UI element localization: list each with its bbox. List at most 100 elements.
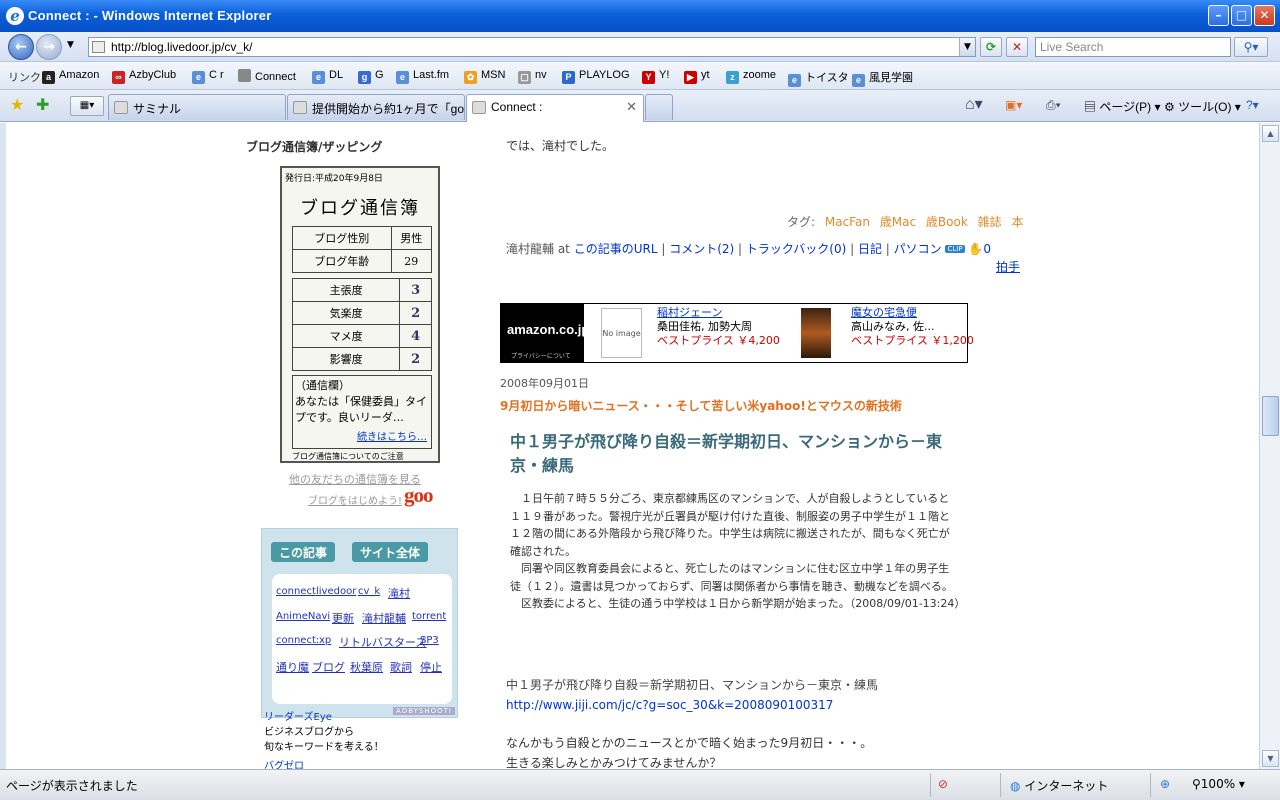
search-button[interactable]: ⚲▾ [1234,37,1268,57]
tag-link[interactable]: 通り魔 [276,659,309,675]
tag-link[interactable]: 滝村 [388,585,410,601]
zoom-control[interactable]: ⚲100% ▾ [1192,777,1245,791]
item-price: ベストプライス ￥1,200 [851,334,974,347]
tag-link[interactable]: 停止 [420,659,442,675]
tag-link[interactable]: SP3 [420,635,439,646]
close-button[interactable]: ✕ [1254,5,1275,26]
tag-link[interactable]: リトルバスターズ [339,634,426,650]
book-cover-image[interactable] [801,308,831,358]
popup-blocker-icon[interactable]: ⊘ [938,777,948,791]
feeds-icon[interactable]: ▣▾ [1005,98,1022,112]
tools-menu[interactable]: ⚙ ツール(O) ▾ [1164,98,1241,115]
link-toysta[interactable]: e トイスタ [788,69,849,87]
tag-link[interactable]: 歌詞 [390,659,412,675]
link-zoome[interactable]: z zoome [726,69,776,84]
home-icon[interactable]: ⌂▾ [965,94,983,114]
amazon-logo[interactable]: amazon.co.jp プライバシーについて [501,304,589,362]
goo-logo[interactable]: goo [404,483,433,508]
tag-link[interactable]: 歳Book [926,215,968,229]
tab-connect[interactable]: Connect : ✕ [466,94,644,122]
search-input[interactable]: Live Search [1035,37,1231,57]
amazon-widget: amazon.co.jp プライバシーについて No image 稲村ジェーン … [500,303,974,363]
link-connect[interactable]: Connect [238,69,296,83]
link-msn[interactable]: ✿ MSN [464,69,505,84]
new-tab-button[interactable] [645,94,673,120]
item-title-link[interactable]: 魔女の宅急便 [851,306,974,320]
url-input[interactable]: http://blog.livedoor.jp/cv_k/ ▼ [88,37,976,57]
clip-icon[interactable]: CLIP [945,245,965,253]
tag-link[interactable]: AnimeNavi [276,611,330,622]
tab-saminaru[interactable]: サミナル [108,94,286,120]
tag-link[interactable]: ブログ [312,659,345,675]
trackback-link[interactable]: トラックバック(0) [746,242,846,256]
post-title[interactable]: 9月初日から暗いニュース・・・そして苦しい米yahoo!とマウスの新技術 [500,397,902,414]
tab-close-icon[interactable]: ✕ [626,99,637,115]
comments-link[interactable]: コメント(2) [669,242,734,256]
tab-goo-news[interactable]: 提供開始から約1ヶ月で「goo... [287,94,465,120]
source-url-link[interactable]: http://www.jiji.com/jc/c?g=soc_30&k=2008… [506,698,833,712]
vertical-scrollbar[interactable]: ▲ ▼ [1259,123,1280,769]
help-icon[interactable]: ?▾ [1246,98,1259,112]
protected-mode-icon[interactable]: ⊕ [1160,777,1170,791]
link-g[interactable]: gG [358,69,384,84]
tag-link[interactable]: xp [319,635,331,646]
internet-zone[interactable]: ◍ インターネット [1010,777,1108,794]
tag-link[interactable]: 滝村龍輔 [362,610,406,626]
scroll-down-icon[interactable]: ▼ [1262,750,1279,767]
back-button[interactable]: ← [8,34,34,60]
scroll-thumb[interactable] [1262,396,1279,436]
window-title: Connect : - Windows Internet Explorer [28,8,272,23]
link-lastfm[interactable]: e Last.fm [396,69,449,84]
print-icon[interactable]: ⎙▾ [1046,98,1061,113]
minimize-button[interactable]: – [1208,5,1229,26]
other-friends-link[interactable]: 他の友だちの通信簿を見る [289,471,421,487]
category-diary-link[interactable]: 日記 [858,242,882,256]
start-blog-link[interactable]: ブログをはじめよう! [308,492,402,507]
link-cr[interactable]: eC r [192,69,224,84]
tag-link[interactable]: connect: [276,635,319,646]
tag-link[interactable]: MacFan [825,215,870,229]
maximize-button[interactable]: □ [1231,5,1252,26]
scroll-up-icon[interactable]: ▲ [1262,125,1279,142]
link-nv[interactable]: ▢ nv [518,69,547,84]
permalink[interactable]: この記事のURL [574,242,658,256]
quick-tabs-button[interactable]: ▦▾ [70,96,104,116]
favorites-star-icon[interactable]: ★ [10,95,24,114]
tab-whole-site[interactable]: サイト全体 [352,542,429,562]
privacy-link[interactable]: プライバシーについて [511,351,571,360]
history-dropdown-icon[interactable]: ▼ [67,40,74,50]
read-more-link[interactable]: 続きはこちら… [357,430,427,446]
refresh-button[interactable]: ⟳ [980,37,1002,57]
tag-link[interactable]: 本 [1011,215,1023,229]
tag-link[interactable]: 雑誌 [978,215,1002,229]
add-favorite-icon[interactable]: ✚ [36,95,49,114]
link-dl[interactable]: e DL [312,69,343,84]
link-yt[interactable]: ▶ yt [684,69,710,84]
clap-count[interactable]: 0 [983,242,991,256]
score-label: 影響度 [291,347,401,371]
link-azbyclub[interactable]: ∞ AzbyClub [112,69,176,84]
url-dropdown-icon[interactable]: ▼ [959,38,975,56]
link-playlog[interactable]: P PLAYLOG [562,69,630,84]
ie-logo-icon: e [6,7,24,25]
tag-link[interactable]: torrent [412,611,446,622]
category-pc-link[interactable]: パソコン [894,242,942,256]
page-menu[interactable]: ▤ ページ(P) ▾ [1084,98,1160,115]
tab-this-article[interactable]: この記事 [271,542,336,562]
forward-button[interactable]: → [36,34,62,60]
bugzero-link[interactable]: バグゼロ [264,761,304,769]
tag-link[interactable]: cv_k [358,586,380,597]
tag-link[interactable]: 秋葉原 [350,659,383,675]
item-title-link[interactable]: 稲村ジェーン [657,306,780,320]
tag-link[interactable]: connect [276,586,316,597]
tag-link[interactable]: 更新 [332,610,354,626]
link-yahoo[interactable]: Y Y! [642,69,669,84]
link-kazami[interactable]: e 風見学園 [852,69,913,87]
tag-link[interactable]: 歳Mac [880,215,916,229]
link-amazon[interactable]: a Amazon [42,69,99,84]
clap-link[interactable]: 拍手 [996,258,1020,275]
tag-link[interactable]: livedoor [316,586,356,597]
card-footer-link[interactable]: ブログ通信簿についてのご注意 [292,451,435,462]
readers-eye-link[interactable]: リーダーズEye [264,712,332,723]
stop-button[interactable]: ✕ [1006,37,1028,57]
